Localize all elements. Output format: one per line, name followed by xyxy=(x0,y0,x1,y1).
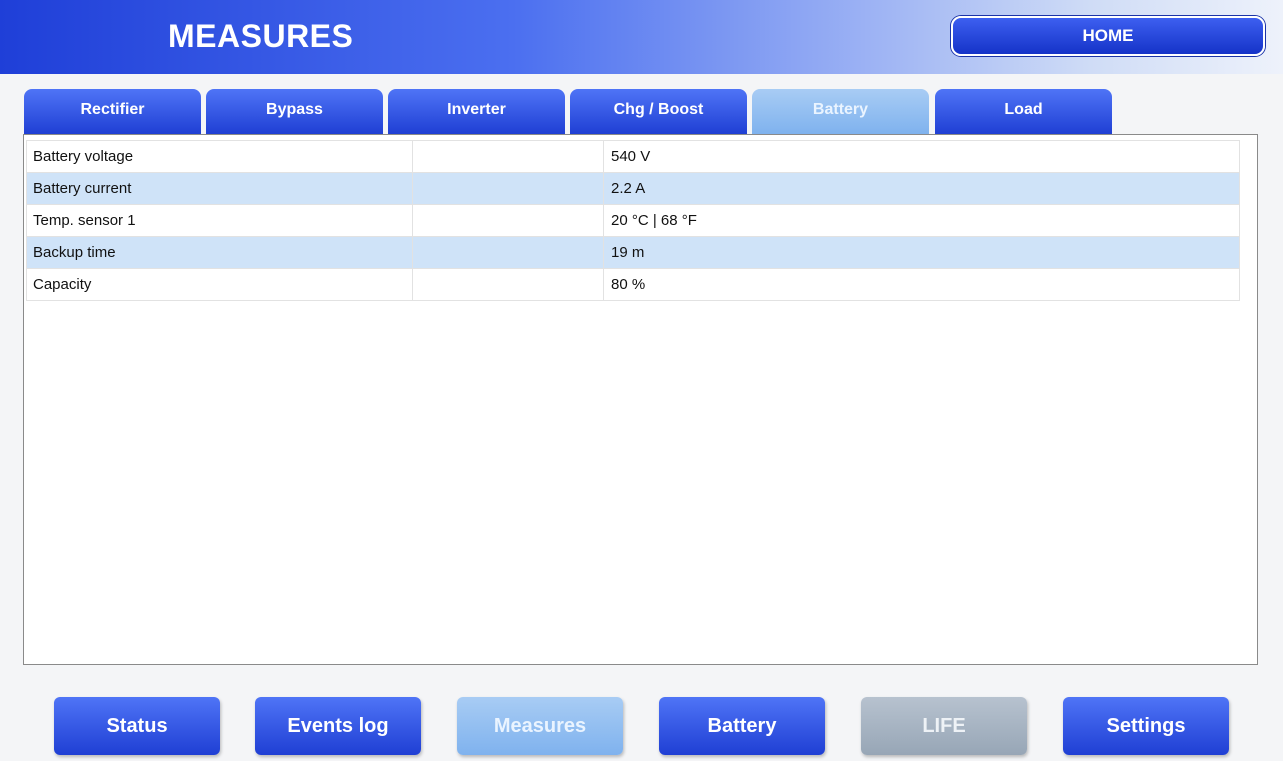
home-button[interactable]: HOME xyxy=(951,16,1265,56)
measure-name: Battery voltage xyxy=(26,140,413,173)
measure-value: 20 °C | 68 °F xyxy=(603,204,1240,237)
measures-panel: Battery voltage 540 V Battery current 2.… xyxy=(23,134,1258,665)
measure-spacer xyxy=(412,172,604,205)
measures-table: Battery voltage 540 V Battery current 2.… xyxy=(26,140,1240,301)
table-row: Backup time 19 m xyxy=(26,236,1240,269)
table-row: Capacity 80 % xyxy=(26,268,1240,301)
tab-rectifier[interactable]: Rectifier xyxy=(24,89,201,134)
measure-value: 2.2 A xyxy=(603,172,1240,205)
measure-value: 80 % xyxy=(603,268,1240,301)
nav-measures-button[interactable]: Measures xyxy=(457,697,623,755)
tab-load[interactable]: Load xyxy=(935,89,1112,134)
measure-value: 19 m xyxy=(603,236,1240,269)
tab-chg-boost[interactable]: Chg / Boost xyxy=(570,89,747,134)
table-row: Battery voltage 540 V xyxy=(26,140,1240,173)
tab-bypass[interactable]: Bypass xyxy=(206,89,383,134)
nav-settings-button[interactable]: Settings xyxy=(1063,697,1229,755)
nav-events-log-button[interactable]: Events log xyxy=(255,697,421,755)
header-bar: MEASURES HOME xyxy=(0,0,1283,74)
page-title: MEASURES xyxy=(168,18,354,54)
table-row: Temp. sensor 1 20 °C | 68 °F xyxy=(26,204,1240,237)
measure-name: Capacity xyxy=(26,268,413,301)
measure-name: Temp. sensor 1 xyxy=(26,204,413,237)
measure-spacer xyxy=(412,140,604,173)
tab-inverter[interactable]: Inverter xyxy=(388,89,565,134)
measure-name: Battery current xyxy=(26,172,413,205)
measure-value: 540 V xyxy=(603,140,1240,173)
nav-battery-button[interactable]: Battery xyxy=(659,697,825,755)
nav-life-button[interactable]: LIFE xyxy=(861,697,1027,755)
tab-battery[interactable]: Battery xyxy=(752,89,929,134)
measure-spacer xyxy=(412,236,604,269)
measure-spacer xyxy=(412,204,604,237)
measure-spacer xyxy=(412,268,604,301)
nav-status-button[interactable]: Status xyxy=(54,697,220,755)
measure-name: Backup time xyxy=(26,236,413,269)
table-row: Battery current 2.2 A xyxy=(26,172,1240,205)
